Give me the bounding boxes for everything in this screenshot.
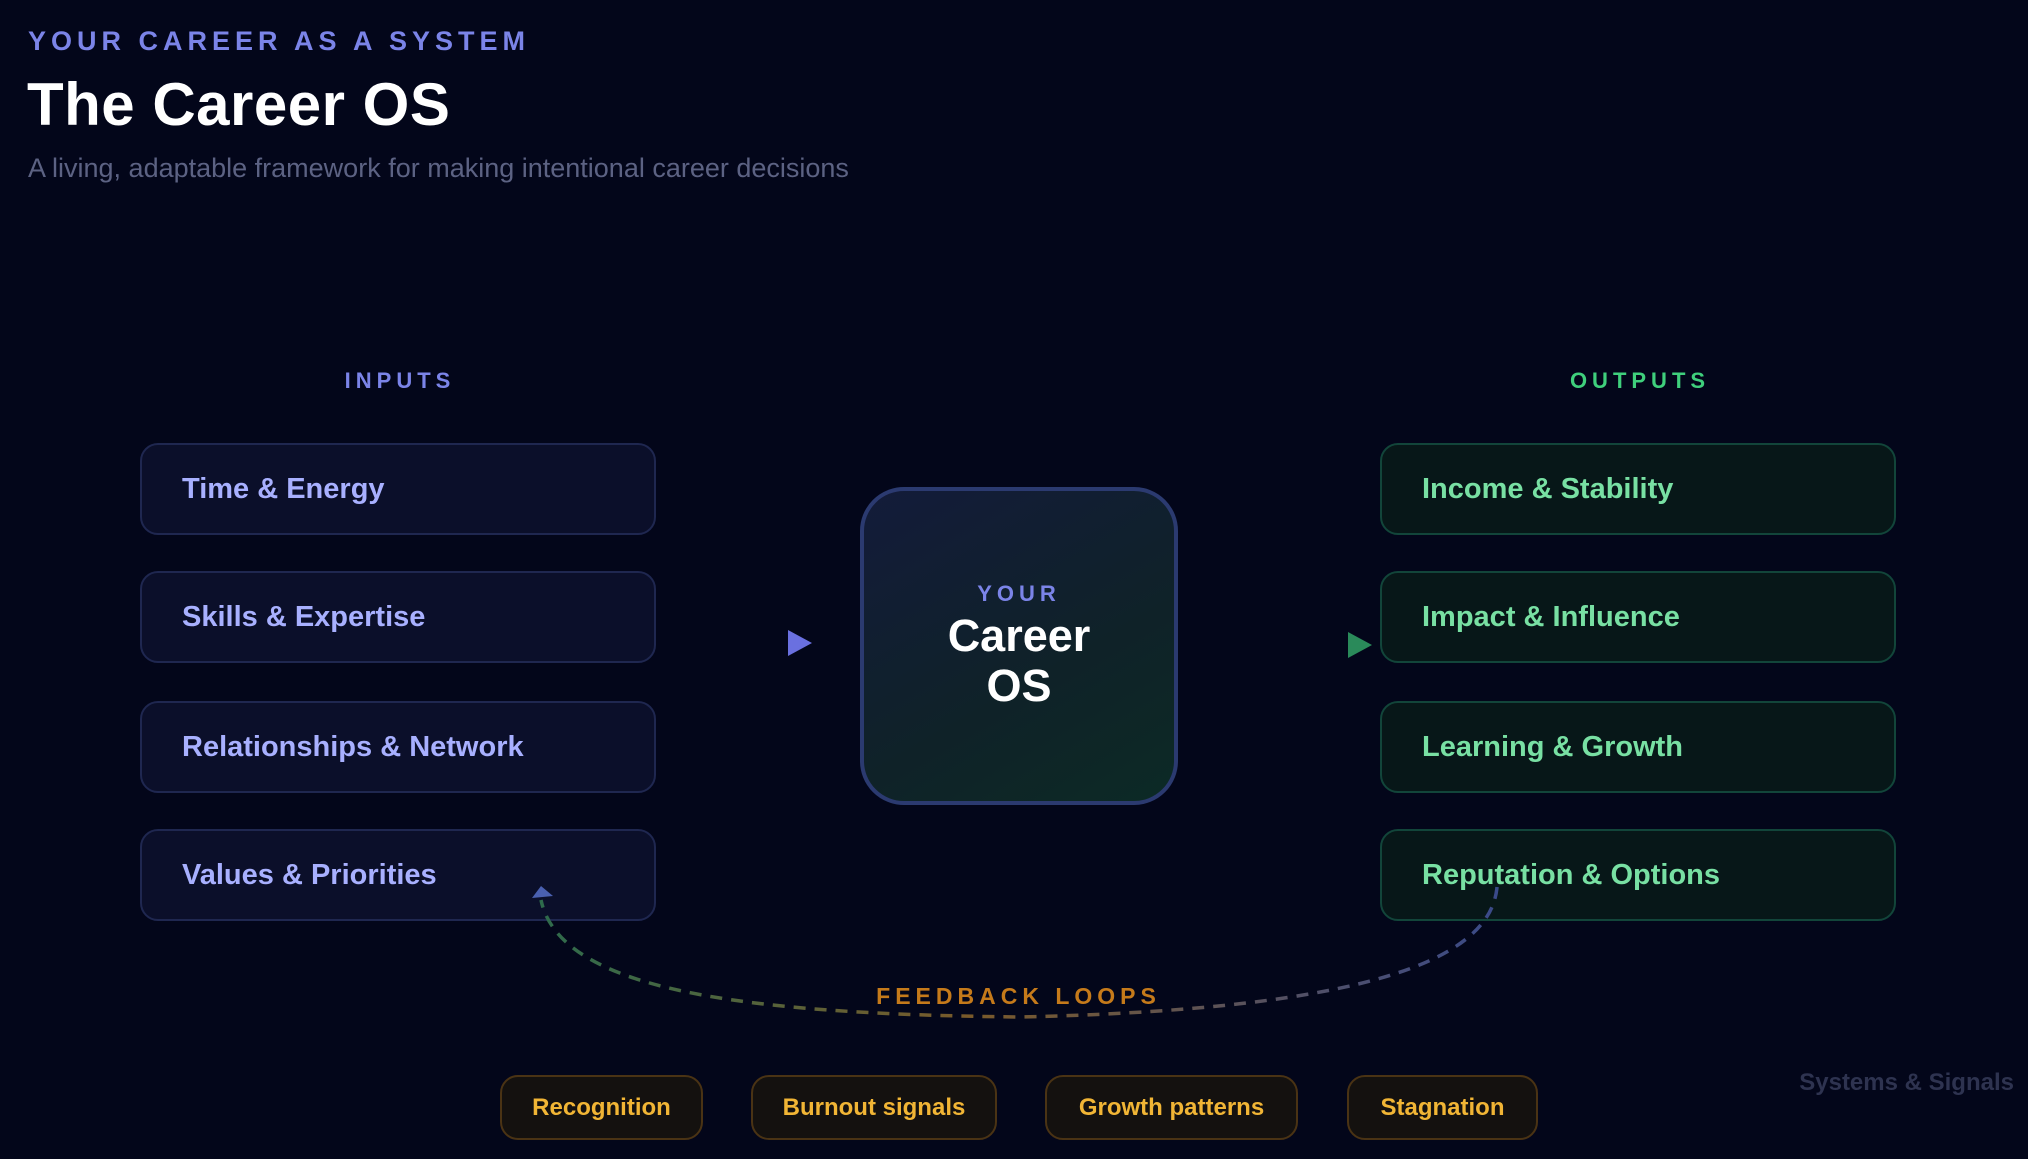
- chip-burnout-signals: Burnout signals: [751, 1075, 997, 1140]
- output-label: Learning & Growth: [1422, 730, 1683, 763]
- core-title: Career OS: [947, 610, 1091, 711]
- chip-growth-patterns: Growth patterns: [1045, 1075, 1298, 1140]
- input-label: Values & Priorities: [182, 858, 437, 891]
- page-subtitle: A living, adaptable framework for making…: [28, 153, 849, 183]
- output-box-reputation-options: Reputation & Options: [1380, 829, 1896, 921]
- output-box-income-stability: Income & Stability: [1380, 443, 1896, 535]
- career-os-core: YOUR Career OS: [860, 487, 1178, 805]
- eyebrow: YOUR CAREER AS A SYSTEM: [28, 26, 531, 56]
- output-label: Income & Stability: [1422, 472, 1674, 505]
- input-box-values-priorities: Values & Priorities: [140, 829, 656, 921]
- input-box-skills-expertise: Skills & Expertise: [140, 571, 656, 663]
- output-label: Impact & Influence: [1422, 600, 1680, 633]
- input-box-relationships-network: Relationships & Network: [140, 701, 656, 793]
- inputs-heading: INPUTS: [344, 368, 456, 393]
- outputs-heading: OUTPUTS: [1569, 368, 1711, 393]
- input-box-time-energy: Time & Energy: [140, 443, 656, 535]
- input-label: Skills & Expertise: [182, 600, 426, 633]
- feedback-loops-label: FEEDBACK LOOPS: [876, 983, 1161, 1009]
- chip-label: Stagnation: [1380, 1093, 1505, 1121]
- output-box-impact-influence: Impact & Influence: [1380, 571, 1896, 663]
- output-box-learning-growth: Learning & Growth: [1380, 701, 1896, 793]
- output-arrow-icon: [1348, 632, 1372, 658]
- chip-recognition: Recognition: [500, 1075, 703, 1140]
- input-label: Relationships & Network: [182, 730, 524, 763]
- core-kicker: YOUR: [977, 581, 1061, 606]
- chip-stagnation: Stagnation: [1347, 1075, 1538, 1140]
- chip-label: Growth patterns: [1078, 1093, 1265, 1121]
- output-label: Reputation & Options: [1422, 858, 1721, 891]
- brand-watermark: Systems & Signals: [1799, 1069, 2014, 1096]
- chip-label: Recognition: [532, 1093, 671, 1121]
- input-label: Time & Energy: [182, 472, 385, 505]
- page-title: The Career OS: [27, 71, 451, 138]
- input-arrow-icon: [788, 630, 812, 656]
- chip-label: Burnout signals: [782, 1093, 966, 1121]
